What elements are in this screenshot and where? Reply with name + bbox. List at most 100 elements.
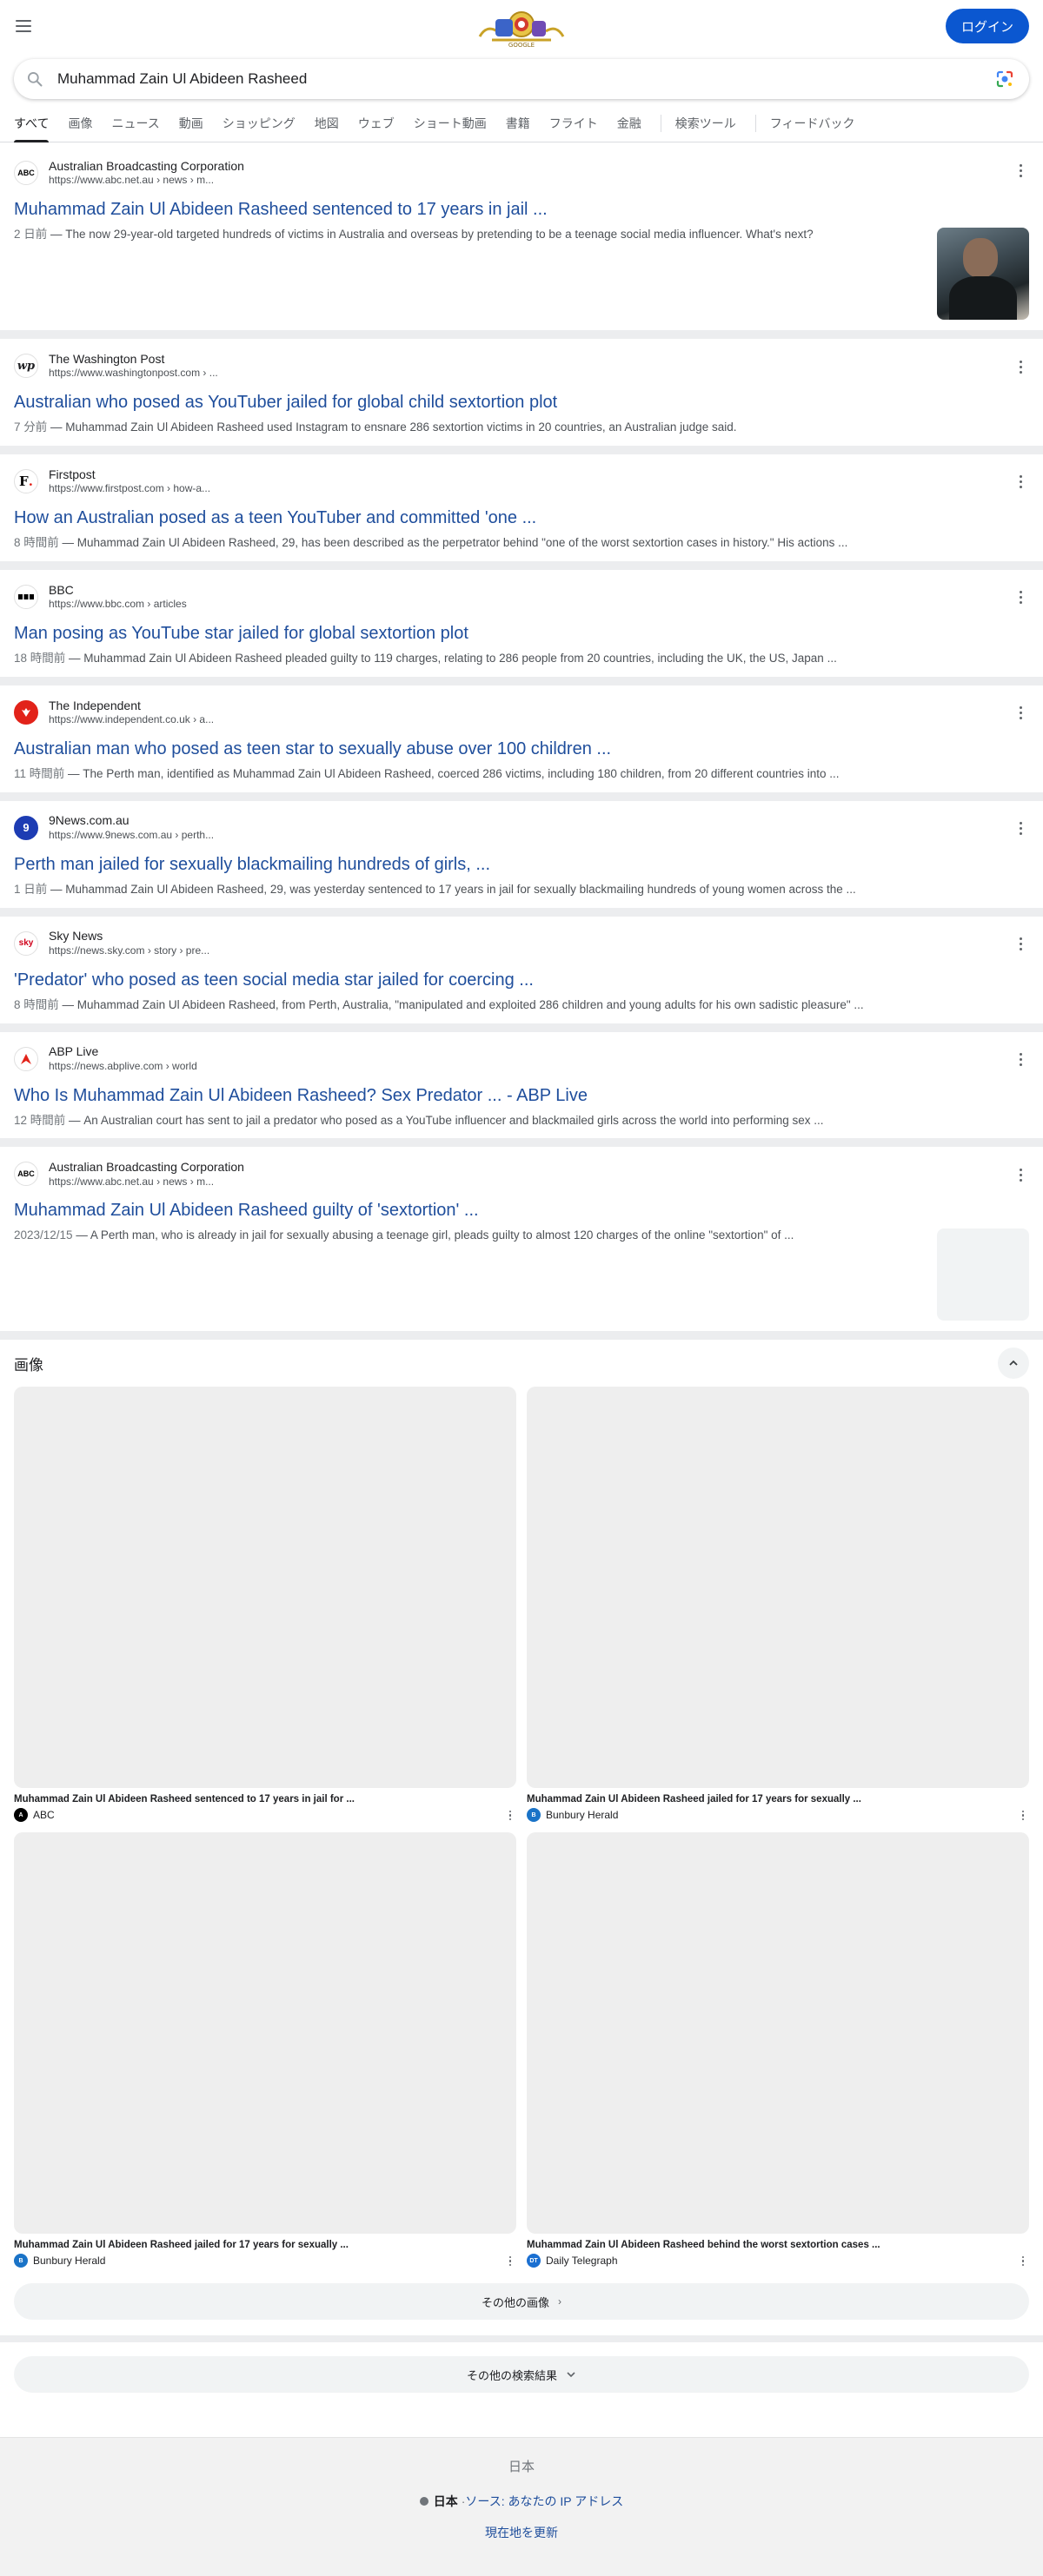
divider bbox=[0, 330, 1043, 339]
result-title[interactable]: Muhammad Zain Ul Abideen Rasheed sentenc… bbox=[14, 198, 1029, 221]
result-snippet: 7 分前 — Muhammad Zain Ul Abideen Rasheed … bbox=[14, 421, 737, 434]
result-title[interactable]: Australian who posed as YouTuber jailed … bbox=[14, 391, 1029, 414]
snippet-text: Muhammad Zain Ul Abideen Rasheed pleaded… bbox=[83, 651, 837, 665]
result-title[interactable]: Perth man jailed for sexually blackmaili… bbox=[14, 853, 1029, 876]
snippet-text: An Australian court has sent to jail a p… bbox=[83, 1113, 824, 1127]
tab-search-tools[interactable]: 検索ツール bbox=[675, 104, 736, 142]
result-date: 18 時間前 bbox=[14, 651, 66, 665]
more-images-button[interactable]: その他の画像 › bbox=[14, 2283, 1029, 2321]
image-caption[interactable]: Muhammad Zain Ul Abideen Rasheed behind … bbox=[527, 2240, 1029, 2250]
more-options-icon[interactable] bbox=[1012, 705, 1029, 722]
result-title[interactable]: How an Australian posed as a teen YouTub… bbox=[14, 507, 1029, 529]
header: GOOGLE ログイン bbox=[0, 0, 1043, 52]
result-title[interactable]: 'Predator' who posed as teen social medi… bbox=[14, 969, 1029, 991]
image-caption[interactable]: Muhammad Zain Ul Abideen Rasheed jailed … bbox=[527, 1794, 1029, 1805]
image-source: Daily Telegraph bbox=[546, 2255, 618, 2268]
more-options-icon[interactable] bbox=[1012, 936, 1029, 953]
source-url: https://news.sky.com › story › pre... bbox=[49, 944, 210, 957]
image-card: Muhammad Zain Ul Abideen Rasheed behind … bbox=[527, 1832, 1029, 2268]
location-source-link[interactable]: ソース: あなたの IP アドレス bbox=[465, 2493, 623, 2510]
more-results-button[interactable]: その他の検索結果 bbox=[14, 2356, 1029, 2394]
result-title[interactable]: Man posing as YouTube star jailed for gl… bbox=[14, 622, 1029, 645]
collapse-button[interactable] bbox=[998, 1348, 1029, 1380]
more-options-icon[interactable] bbox=[1012, 1051, 1029, 1069]
tab-maps[interactable]: 地図 bbox=[315, 104, 339, 142]
search-result: ABC Australian Broadcasting Corporation … bbox=[0, 142, 1043, 330]
location-dot-icon bbox=[419, 2497, 428, 2506]
login-button[interactable]: ログイン bbox=[945, 9, 1029, 43]
source-name: 9News.com.au bbox=[49, 813, 130, 828]
divider bbox=[0, 1023, 1043, 1032]
source-name: Sky News bbox=[49, 929, 103, 944]
tab-short-videos[interactable]: ショート動画 bbox=[414, 104, 487, 142]
result-source[interactable]: ABC Australian Broadcasting Corporation … bbox=[14, 156, 1029, 189]
menu-icon[interactable] bbox=[16, 16, 37, 36]
result-snippet: 1 日前 — Muhammad Zain Ul Abideen Rasheed,… bbox=[14, 882, 856, 896]
abc-favicon: ABC bbox=[14, 1162, 38, 1187]
tab-videos[interactable]: 動画 bbox=[179, 104, 203, 142]
tab-finance[interactable]: 金融 bbox=[617, 104, 641, 142]
doodle-logo[interactable]: GOOGLE bbox=[471, 7, 572, 49]
divider bbox=[0, 2335, 1043, 2343]
image-source: Bunbury Herald bbox=[33, 2255, 106, 2268]
image-caption[interactable]: Muhammad Zain Ul Abideen Rasheed jailed … bbox=[14, 2240, 516, 2250]
more-options-icon[interactable] bbox=[504, 1808, 516, 1822]
more-options-icon[interactable] bbox=[504, 2254, 516, 2268]
result-source[interactable]: BBC https://www.bbc.com › articles bbox=[14, 580, 1029, 613]
source-name: ABP Live bbox=[49, 1044, 99, 1059]
result-source[interactable]: ABC Australian Broadcasting Corporation … bbox=[14, 1157, 1029, 1190]
image-source: Bunbury Herald bbox=[546, 1809, 619, 1822]
more-options-icon[interactable] bbox=[1012, 473, 1029, 491]
more-options-icon[interactable] bbox=[1012, 820, 1029, 838]
search-bar[interactable]: Muhammad Zain Ul Abideen Rasheed bbox=[14, 59, 1029, 99]
image-card: Muhammad Zain Ul Abideen Rasheed jailed … bbox=[527, 1387, 1029, 1823]
search-input[interactable]: Muhammad Zain Ul Abideen Rasheed bbox=[57, 70, 994, 88]
google-lens-icon[interactable] bbox=[994, 69, 1015, 89]
images-heading: 画像 bbox=[14, 1356, 43, 1374]
more-options-icon[interactable] bbox=[1012, 358, 1029, 375]
result-snippet: 8 時間前 — Muhammad Zain Ul Abideen Rasheed… bbox=[14, 535, 848, 549]
snippet-text: The Perth man, identified as Muhammad Za… bbox=[83, 766, 840, 780]
more-options-icon[interactable] bbox=[1017, 2254, 1029, 2268]
tab-images[interactable]: 画像 bbox=[68, 104, 92, 142]
result-source[interactable]: ABP Live https://news.abplive.com › worl… bbox=[14, 1043, 1029, 1076]
image-caption[interactable]: Muhammad Zain Ul Abideen Rasheed sentenc… bbox=[14, 1794, 516, 1805]
update-location-link[interactable]: 現在地を更新 bbox=[485, 2524, 558, 2541]
tab-web[interactable]: ウェブ bbox=[358, 104, 395, 142]
image-placeholder[interactable] bbox=[14, 1832, 516, 2235]
tab-shopping[interactable]: ショッピング bbox=[223, 104, 296, 142]
tab-divider bbox=[754, 114, 756, 132]
search-result: 9 9News.com.au https://www.9news.com.au … bbox=[0, 801, 1043, 908]
result-source[interactable]: 9 9News.com.au https://www.9news.com.au … bbox=[14, 811, 1029, 844]
more-options-icon[interactable] bbox=[1012, 589, 1029, 606]
result-thumbnail[interactable] bbox=[937, 1228, 1029, 1321]
tab-flights[interactable]: フライト bbox=[549, 104, 598, 142]
chevron-right-icon: › bbox=[558, 2295, 561, 2308]
tab-books[interactable]: 書籍 bbox=[506, 104, 530, 142]
image-placeholder[interactable] bbox=[527, 1832, 1029, 2235]
more-results-label: その他の検索結果 bbox=[466, 2368, 557, 2382]
result-source[interactable]: The Independent https://www.independent.… bbox=[14, 696, 1029, 729]
result-source[interactable]: sky Sky News https://news.sky.com › stor… bbox=[14, 927, 1029, 960]
result-title[interactable]: Australian man who posed as teen star to… bbox=[14, 738, 1029, 760]
result-source[interactable]: F. Firstpost https://www.firstpost.com ›… bbox=[14, 465, 1029, 498]
more-options-icon[interactable] bbox=[1012, 162, 1029, 179]
result-source[interactable]: wp The Washington Post https://www.washi… bbox=[14, 349, 1029, 382]
footer: 日本 日本 · ソース: あなたの IP アドレス 現在地を更新 bbox=[0, 2437, 1043, 2576]
snippet-text: A Perth man, who is already in jail for … bbox=[90, 1228, 794, 1242]
image-placeholder[interactable] bbox=[14, 1387, 516, 1789]
result-title[interactable]: Muhammad Zain Ul Abideen Rasheed guilty … bbox=[14, 1199, 1029, 1222]
image-placeholder[interactable] bbox=[527, 1387, 1029, 1789]
tab-feedback[interactable]: フィードバック bbox=[770, 104, 855, 142]
result-thumbnail[interactable] bbox=[937, 228, 1029, 320]
result-title[interactable]: Who Is Muhammad Zain Ul Abideen Rasheed?… bbox=[14, 1084, 1029, 1107]
source-name: Firstpost bbox=[49, 467, 96, 481]
more-options-icon[interactable] bbox=[1017, 1808, 1029, 1822]
divider bbox=[0, 445, 1043, 454]
more-options-icon[interactable] bbox=[1012, 1166, 1029, 1183]
result-date: 2023/12/15 bbox=[14, 1228, 73, 1242]
search-icon[interactable] bbox=[26, 70, 43, 88]
tab-news[interactable]: ニュース bbox=[111, 104, 159, 142]
tab-all[interactable]: すべて bbox=[14, 104, 50, 142]
9news-favicon: 9 bbox=[14, 815, 38, 840]
